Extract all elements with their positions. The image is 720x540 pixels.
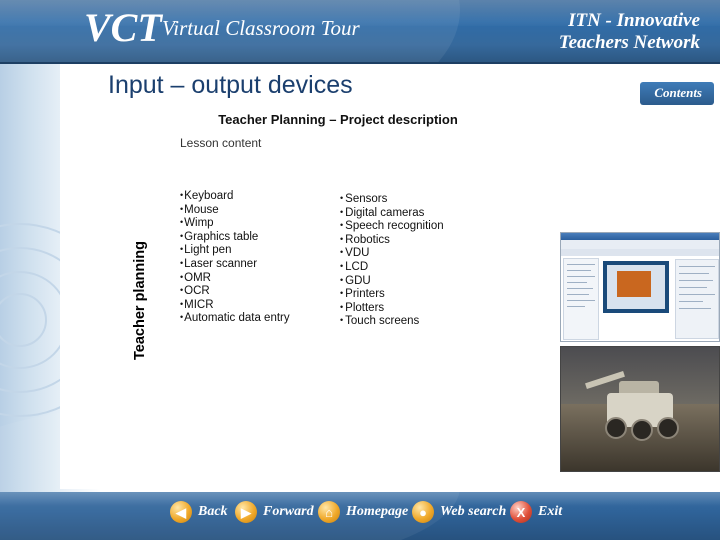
menu-item-teacher-school-info[interactable]: Teacher/School Info bbox=[570, 200, 720, 221]
list-item: Automatic data entry bbox=[180, 312, 289, 326]
thumb-toolbar-secondary bbox=[561, 249, 719, 256]
menu-item-label: Assessment & Standards bbox=[584, 181, 708, 195]
bullet-list-left: Keyboard Mouse Wimp Graphics table Light… bbox=[180, 190, 290, 326]
back-arrow-icon: ◀ bbox=[170, 501, 192, 523]
list-item: Keyboard bbox=[180, 190, 290, 204]
thumb-robot-wheel bbox=[631, 419, 653, 441]
list-item: Light pen bbox=[180, 244, 290, 258]
page-title: Input – output devices bbox=[108, 71, 353, 99]
menu-item-teaching-resources[interactable]: Teaching Resources bbox=[570, 156, 720, 177]
menu-item-label: Teaching Resources bbox=[584, 159, 684, 173]
list-item: GDU bbox=[340, 275, 444, 289]
forward-button[interactable]: ▶ Forward bbox=[235, 501, 314, 523]
homepage-button-label: Homepage bbox=[346, 504, 409, 519]
thumb-titlebar bbox=[561, 233, 719, 240]
homepage-button[interactable]: ⌂ Homepage bbox=[318, 501, 408, 523]
menu-item-teacher-planning[interactable]: Teacher Planning bbox=[570, 134, 720, 155]
screenshot-thumbnail[interactable] bbox=[560, 232, 720, 342]
list-item: VDU bbox=[340, 247, 444, 261]
back-button-label: Back bbox=[198, 504, 228, 519]
menu-item-project-overview[interactable]: Project Overview bbox=[570, 112, 720, 133]
exit-button[interactable]: X Exit bbox=[510, 501, 562, 523]
home-icon: ⌂ bbox=[318, 501, 340, 523]
bullet-list-right: Sensors Digital cameras Speech recogniti… bbox=[340, 193, 444, 329]
section-label-lesson-content: Lesson content bbox=[180, 136, 262, 150]
list-item: Sensors bbox=[340, 193, 444, 207]
thumb-robot-wheel bbox=[605, 417, 627, 439]
exit-button-label: Exit bbox=[538, 504, 563, 519]
menu-item-assessment-standards[interactable]: Assessment & Standards bbox=[570, 178, 720, 199]
contents-menu: Contents Project Overview Teacher Planni… bbox=[560, 70, 720, 230]
vertical-label-teacher-planning: Teacher planning bbox=[132, 241, 148, 360]
forward-button-label: Forward bbox=[263, 504, 314, 519]
vct-logo: VCT bbox=[84, 5, 162, 50]
vertical-label-container: Teacher planning bbox=[132, 220, 168, 360]
list-item: MICR bbox=[180, 299, 290, 313]
thumb-right-pane bbox=[675, 259, 719, 339]
vct-title: Virtual Classroom Tour bbox=[162, 16, 360, 40]
thumb-left-pane bbox=[563, 258, 599, 340]
list-item: OMR bbox=[180, 272, 290, 286]
slide-root: VCT Virtual Classroom Tour ITN - Innovat… bbox=[0, 0, 720, 540]
contents-tab-label[interactable]: Contents bbox=[640, 82, 714, 105]
list-item: OCR bbox=[180, 285, 290, 299]
web-search-button[interactable]: ● Web search bbox=[412, 501, 506, 523]
list-item: Speech recognition bbox=[340, 220, 443, 234]
menu-item-label: Project Overview bbox=[584, 115, 672, 129]
close-icon: X bbox=[510, 501, 532, 523]
thumb-robot-wheel bbox=[657, 417, 679, 439]
list-item: Digital cameras bbox=[340, 207, 444, 221]
list-item: Laser scanner bbox=[180, 258, 290, 272]
list-item: Robotics bbox=[340, 234, 444, 248]
list-item: Touch screens bbox=[340, 315, 444, 329]
web-search-button-label: Web search bbox=[440, 504, 507, 519]
robot-photo-thumbnail[interactable] bbox=[560, 346, 720, 472]
list-item: Wimp bbox=[180, 217, 290, 231]
slide-subtitle: Teacher Planning – Project description bbox=[218, 112, 458, 127]
bottom-navigation-bar: ◀ Back ▶ Forward ⌂ Homepage ● Web search… bbox=[0, 402, 720, 540]
itn-brand-line-1: ITN - Innovative bbox=[568, 10, 700, 31]
menu-item-label: Teacher/School Info bbox=[584, 203, 685, 217]
list-item: Mouse bbox=[180, 204, 290, 218]
list-item: Graphics table bbox=[180, 231, 290, 245]
itn-brand-line-2: Teachers Network bbox=[558, 32, 700, 53]
list-item: LCD bbox=[340, 261, 444, 275]
list-item: Printers bbox=[340, 288, 444, 302]
list-item: Plotters bbox=[340, 302, 444, 316]
thumb-center-highlight bbox=[617, 271, 651, 297]
menu-item-label: Teacher Planning bbox=[584, 137, 673, 151]
forward-arrow-icon: ▶ bbox=[235, 501, 257, 523]
search-icon: ● bbox=[412, 501, 434, 523]
back-button[interactable]: ◀ Back bbox=[170, 501, 228, 523]
